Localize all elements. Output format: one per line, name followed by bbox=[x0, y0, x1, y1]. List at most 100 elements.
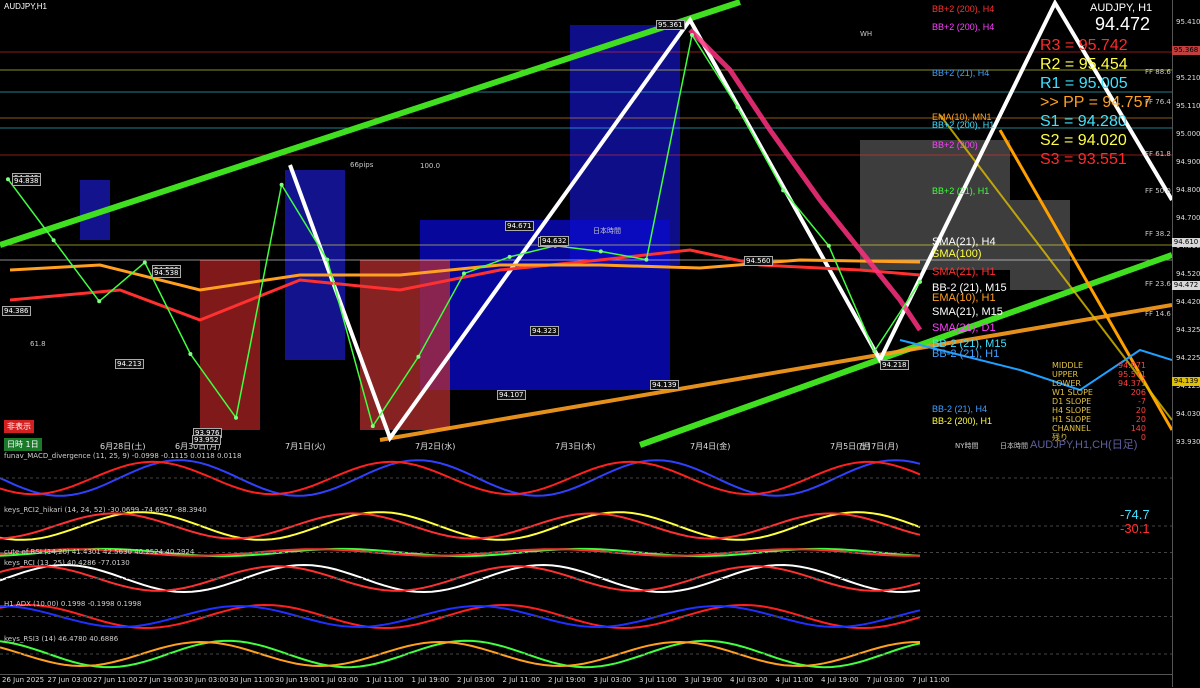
price-tag: 95.368 bbox=[1172, 46, 1200, 55]
ma-label: EMA(10), H1 bbox=[932, 292, 996, 304]
ma-label: SMA(100) bbox=[932, 248, 982, 260]
price-point bbox=[97, 299, 102, 304]
misc-text: 61.8 bbox=[30, 340, 46, 348]
stat-row: LOWER 94.371 bbox=[1052, 379, 1146, 388]
indicator-pane[interactable]: H1 ADX (10.00) 0.1998 -0.1998 0.1998 bbox=[0, 599, 1172, 635]
stat-name: CHANNEL bbox=[1052, 424, 1091, 433]
stat-value: 140 bbox=[1130, 424, 1146, 433]
zone-box-blue-3 bbox=[285, 170, 345, 360]
misc-text: 66pips bbox=[350, 161, 374, 169]
indicator-label: cute of RSI (14,20) 41.4301 42.5630 40.2… bbox=[4, 548, 195, 556]
time-label: 30 Jun 03:00 bbox=[184, 676, 229, 684]
time-label: 1 Jul 03:00 bbox=[320, 676, 359, 684]
price-tick: 94.700 bbox=[1176, 214, 1200, 222]
hide-button[interactable]: 非表示 bbox=[4, 420, 34, 433]
price-box: 94.838 bbox=[12, 176, 41, 186]
current-price-big: 94.472 bbox=[1095, 14, 1151, 34]
settings-button[interactable]: 日時 1日 bbox=[4, 438, 42, 451]
watermark-text: AUDJPY,H1,CH(日足) bbox=[1030, 439, 1138, 451]
time-label: 3 Jul 03:00 bbox=[593, 676, 632, 684]
price-point bbox=[918, 279, 922, 284]
main-chart-canvas bbox=[0, 0, 1172, 448]
indicator-canvas bbox=[0, 603, 1172, 630]
stat-name: D1 SLOPE bbox=[1052, 397, 1092, 406]
window-title-small: AUDJPY,H1 bbox=[4, 2, 47, 11]
stat-row: D1 SLOPE -7 bbox=[1052, 397, 1146, 406]
price-point bbox=[142, 260, 147, 265]
price-tick: 93.930 bbox=[1176, 438, 1200, 446]
indicator-big-value: -30.1 bbox=[1120, 521, 1150, 536]
price-point bbox=[781, 188, 786, 193]
stat-row: H1 SLOPE 20 bbox=[1052, 415, 1146, 424]
stat-name: UPPER bbox=[1052, 370, 1079, 379]
pivot-label: S3 = 93.551 bbox=[1040, 151, 1127, 168]
time-label: 27 Jun 11:00 bbox=[93, 676, 138, 684]
stat-value: 20 bbox=[1135, 415, 1146, 424]
stat-name: H1 SLOPE bbox=[1052, 415, 1092, 424]
price-tick: 95.000 bbox=[1176, 130, 1200, 138]
time-axis[interactable]: 26 Jun 2025 27 Jun 03:00 27 Jun 11:00 27 Ju… bbox=[0, 674, 1172, 688]
pivot-label: R2 = 95.454 bbox=[1040, 56, 1128, 73]
indicator-big-value: -74.7 bbox=[1120, 507, 1150, 522]
stat-row: H4 SLOPE 20 bbox=[1052, 406, 1146, 415]
ma-label: BB+2 (200), H4 bbox=[932, 4, 995, 14]
misc-text: FF 88.6 bbox=[1145, 68, 1171, 76]
main-chart-pane[interactable]: AUDJPY, H1 94.472 AUDJPY,H1 R3 = 95.742 R… bbox=[0, 0, 1172, 452]
misc-text: FF 14.6 bbox=[1145, 310, 1171, 318]
price-point bbox=[416, 354, 421, 359]
time-label: 27 Jun 03:00 bbox=[47, 676, 92, 684]
stat-name: MIDDLE bbox=[1052, 361, 1084, 370]
price-point bbox=[507, 254, 512, 259]
ma-label: BB-2 (200), H1 bbox=[932, 416, 993, 426]
stat-row: UPPER 95.571 bbox=[1052, 370, 1146, 379]
time-label: 4 Jul 03:00 bbox=[730, 676, 768, 684]
price-box: 94.213 bbox=[115, 359, 144, 369]
indicator-label: H1 ADX (10.00) 0.1998 -0.1998 0.1998 bbox=[4, 600, 142, 608]
price-axis[interactable]: 95.41095.31095.21095.11095.00094.90094.8… bbox=[1172, 0, 1200, 687]
price-box: 93.952 bbox=[192, 435, 221, 445]
indicator-pane[interactable]: keys_RSI3 (14) 46.4780 40.6886 bbox=[0, 634, 1172, 675]
misc-text: FF 38.2 bbox=[1145, 230, 1171, 238]
symbol-title: AUDJPY, H1 bbox=[1090, 2, 1153, 14]
zone-box-red-2 bbox=[360, 260, 450, 430]
ma-label: BB+2 (200), H1 bbox=[932, 120, 995, 130]
price-point bbox=[279, 182, 284, 187]
pivot-label: S2 = 94.020 bbox=[1040, 132, 1127, 149]
misc-text: NY時間 bbox=[955, 442, 979, 450]
ma-label: BB+2 (200), H4 bbox=[932, 22, 995, 32]
ma-label: SMA(21), D1 bbox=[932, 322, 996, 334]
indicator-label: keys_RSI3 (14) 46.4780 40.6886 bbox=[4, 635, 119, 643]
pivot-label: S1 = 94.280 bbox=[1040, 113, 1127, 130]
price-tick: 94.225 bbox=[1176, 354, 1200, 362]
ma-label: SMA(21), M15 bbox=[932, 306, 1003, 318]
price-tick: 94.800 bbox=[1176, 186, 1200, 194]
price-point bbox=[735, 105, 740, 110]
indicator-pane[interactable]: keys_RCI2_hikari (14, 24, 52) -30.0699 -… bbox=[0, 505, 1172, 548]
time-label: 4 Jul 19:00 bbox=[821, 676, 859, 684]
indicator-label: keys_RCI2_hikari (14, 24, 52) -30.0699 -… bbox=[4, 506, 207, 514]
misc-text: WH bbox=[860, 30, 873, 38]
misc-text: 日本時間 bbox=[1000, 442, 1028, 450]
price-tag: 94.139 bbox=[1172, 377, 1200, 386]
stat-name: LOWER bbox=[1052, 379, 1081, 388]
pivot-label: R3 = 95.742 bbox=[1040, 37, 1128, 54]
misc-text: 100.0 bbox=[420, 162, 441, 170]
time-label: 26 Jun 2025 bbox=[2, 676, 45, 684]
stat-row: MIDDLE 94.971 bbox=[1052, 361, 1146, 370]
ma-label: SMA(21), H4 bbox=[932, 236, 996, 248]
price-point bbox=[188, 352, 193, 356]
time-label: 30 Jun 19:00 bbox=[275, 676, 320, 684]
indicator-pane[interactable]: keys_RCI (13, 25) 40.4286 -77.0130 bbox=[0, 558, 1172, 600]
price-tick: 95.110 bbox=[1176, 102, 1200, 110]
stat-value: 206 bbox=[1130, 388, 1146, 397]
indicator-pane[interactable]: funav_MACD_divergence (11, 25, 9) -0.099… bbox=[0, 451, 1172, 506]
price-tag: 94.610 bbox=[1172, 238, 1200, 247]
time-label: 3 Jul 11:00 bbox=[639, 676, 677, 684]
misc-text: FF 23.6 bbox=[1145, 280, 1171, 288]
stat-value: 95.571 bbox=[1118, 370, 1146, 379]
price-box: 94.538 bbox=[152, 268, 181, 278]
price-point bbox=[644, 257, 649, 262]
price-tick: 94.520 bbox=[1176, 270, 1200, 278]
stat-value: 94.371 bbox=[1118, 379, 1146, 388]
price-point bbox=[826, 243, 831, 248]
